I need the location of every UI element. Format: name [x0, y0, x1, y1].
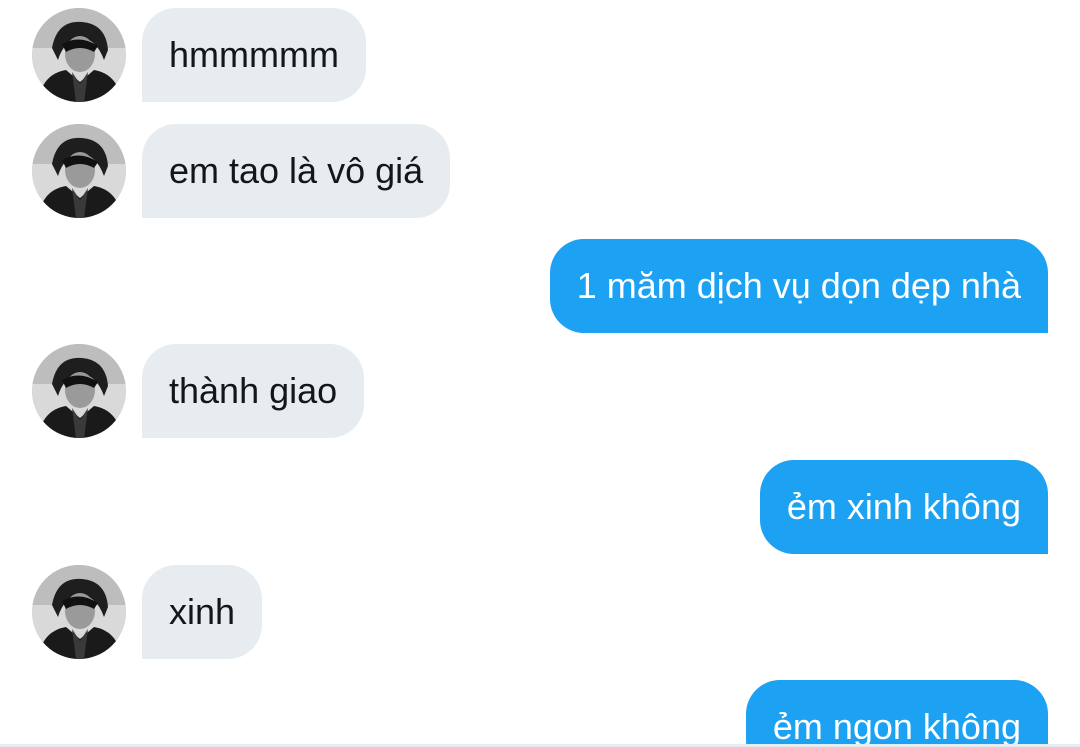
message-text: hmmmmm — [169, 34, 339, 75]
avatar-photo-icon — [32, 8, 126, 102]
message-text: ẻm xinh không — [786, 486, 1021, 527]
message-text: thành giao — [169, 370, 338, 411]
outgoing-message-bubble[interactable]: ẻm ngon không — [745, 680, 1048, 747]
incoming-message-bubble[interactable]: hmmmmm — [142, 8, 366, 102]
contact-avatar[interactable] — [32, 565, 126, 659]
avatar-photo-icon — [32, 124, 126, 218]
contact-avatar[interactable] — [32, 344, 126, 438]
contact-avatar[interactable] — [32, 124, 126, 218]
avatar-photo-icon — [32, 344, 126, 438]
outgoing-message-bubble[interactable]: 1 măm dịch vụ dọn dẹp nhà — [549, 239, 1048, 333]
contact-avatar[interactable] — [32, 8, 126, 102]
incoming-message-bubble[interactable]: thành giao — [142, 344, 365, 438]
message-text: ẻm ngon không — [772, 706, 1021, 747]
outgoing-message-bubble[interactable]: ẻm xinh không — [759, 460, 1048, 554]
avatar-photo-icon — [32, 565, 126, 659]
message-text: 1 măm dịch vụ dọn dẹp nhà — [576, 265, 1021, 306]
message-text: em tao là vô giá — [169, 150, 424, 191]
incoming-message-bubble[interactable]: em tao là vô giá — [142, 124, 451, 218]
incoming-message-bubble[interactable]: xinh — [142, 565, 263, 659]
message-text: xinh — [169, 591, 236, 632]
